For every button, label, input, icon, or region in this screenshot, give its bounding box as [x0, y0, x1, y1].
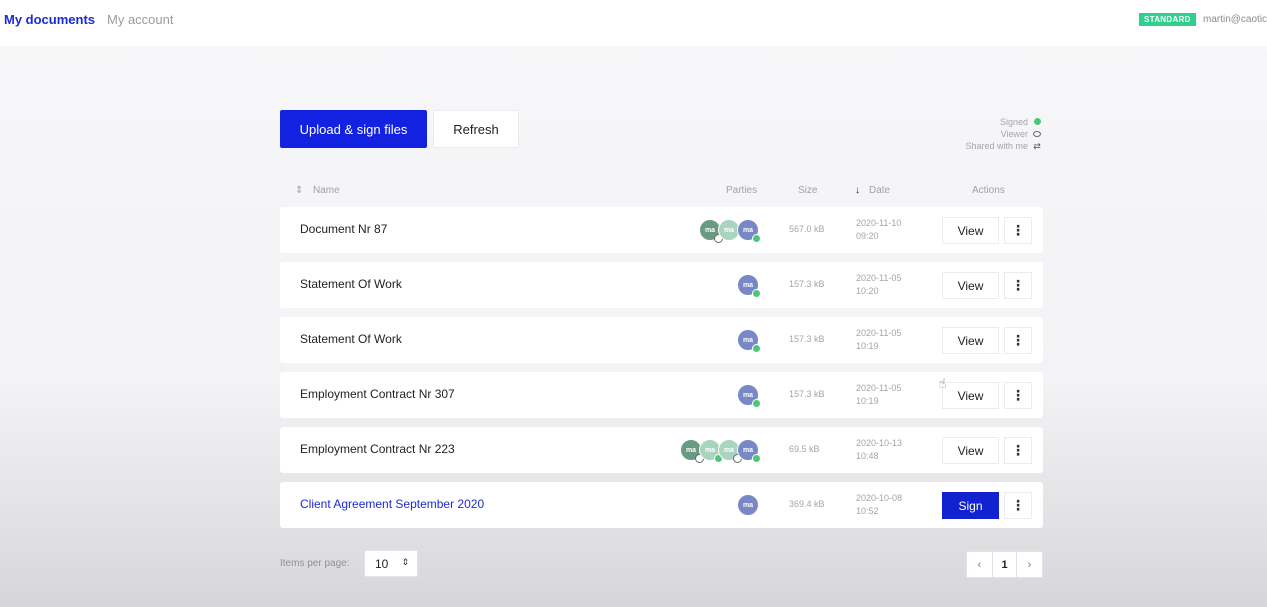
view-button[interactable]: View	[942, 437, 999, 464]
items-per-page-select[interactable]: 10 ⇕	[364, 550, 418, 577]
user-email[interactable]: martin@caotic	[1203, 14, 1267, 25]
signed-status-icon	[752, 289, 761, 298]
file-size: 69.5 kB	[789, 444, 820, 454]
column-header-parties: Parties	[726, 185, 758, 196]
document-date: 2020-11-05 10:19	[856, 328, 902, 351]
legend-viewer-label: Viewer	[1000, 129, 1028, 139]
table-header: ⇕ Name Parties Size ↓ Date Actions	[280, 185, 1043, 199]
document-name[interactable]: Statement Of Work	[300, 277, 402, 291]
more-options-icon[interactable]: ⋮	[1004, 437, 1032, 464]
signed-status-icon	[752, 234, 761, 243]
document-date: 2020-11-05 10:19	[856, 383, 902, 406]
legend-signed: Signed	[940, 116, 1042, 128]
pagination: ‹ 1 ›	[966, 551, 1043, 578]
column-header-name[interactable]: Name	[313, 185, 340, 196]
items-per-page-value: 10	[375, 556, 389, 571]
table-row[interactable]: Employment Contract Nr 223 ma ma ma ma 6…	[280, 427, 1043, 473]
avatar: ma	[737, 219, 761, 243]
parties-avatars: ma	[737, 329, 761, 353]
tab-my-account[interactable]: My account	[107, 12, 173, 27]
more-options-icon[interactable]: ⋮	[1004, 382, 1032, 409]
parties-avatars: ma	[737, 384, 761, 408]
table-row[interactable]: Statement Of Work ma 157.3 kB 2020-11-05…	[280, 317, 1043, 363]
table-row[interactable]: Document Nr 87 ma ma ma 567.0 kB 2020-11…	[280, 207, 1043, 253]
next-page-icon[interactable]: ›	[1017, 552, 1042, 577]
avatar: ma	[737, 384, 761, 408]
file-size: 157.3 kB	[789, 279, 825, 289]
eye-icon	[1032, 129, 1042, 139]
signed-status-icon	[752, 344, 761, 353]
parties-avatars: ma	[737, 494, 759, 516]
avatar: ma	[737, 494, 759, 516]
legend-viewer: Viewer	[940, 128, 1042, 140]
signed-status-icon	[752, 399, 761, 408]
document-name[interactable]: Statement Of Work	[300, 332, 402, 346]
upload-sign-files-button[interactable]: Upload & sign files	[280, 110, 427, 148]
plan-badge: STANDARD	[1139, 13, 1196, 26]
table-row[interactable]: Statement Of Work ma 157.3 kB 2020-11-05…	[280, 262, 1043, 308]
view-button[interactable]: View	[942, 382, 999, 409]
view-button[interactable]: View	[942, 272, 999, 299]
top-nav-bar: My documents My account STANDARD martin@…	[0, 0, 1267, 46]
document-name-link[interactable]: Client Agreement September 2020	[300, 497, 484, 511]
view-button[interactable]: View	[942, 327, 999, 354]
legend-signed-label: Signed	[999, 117, 1028, 127]
document-name[interactable]: Document Nr 87	[300, 222, 387, 236]
signed-dot-icon	[1032, 117, 1042, 127]
document-name[interactable]: Employment Contract Nr 307	[300, 387, 455, 401]
file-size: 157.3 kB	[789, 389, 825, 399]
document-date: 2020-11-10 09:20	[856, 218, 902, 241]
column-header-date[interactable]: Date	[869, 185, 890, 196]
parties-avatars: ma	[737, 274, 761, 298]
sign-button[interactable]: Sign	[942, 492, 999, 519]
avatar: ma	[737, 329, 761, 353]
swap-arrows-icon: ⇄	[1033, 140, 1041, 151]
hand-cursor-icon: ☝	[938, 375, 947, 391]
file-size: 567.0 kB	[789, 224, 825, 234]
document-name[interactable]: Employment Contract Nr 223	[300, 442, 455, 456]
parties-avatars: ma ma ma	[699, 219, 761, 243]
items-per-page-label: Items per page:	[280, 558, 350, 569]
more-options-icon[interactable]: ⋮	[1004, 272, 1032, 299]
legend-shared-label: Shared with me	[965, 141, 1028, 151]
avatar: ma	[737, 439, 761, 463]
previous-page-icon[interactable]: ‹	[967, 552, 992, 577]
tab-my-documents[interactable]: My documents	[4, 12, 95, 27]
more-options-icon[interactable]: ⋮	[1004, 492, 1032, 519]
select-caret-icon: ⇕	[401, 557, 409, 567]
document-date: 2020-10-13 10:48	[856, 438, 903, 461]
more-options-icon[interactable]: ⋮	[1004, 217, 1032, 244]
parties-avatars: ma ma ma ma	[680, 439, 761, 463]
current-page-button[interactable]: 1	[992, 552, 1017, 577]
table-row[interactable]: Client Agreement September 2020 ma 369.4…	[280, 482, 1043, 528]
view-button[interactable]: View	[942, 217, 999, 244]
sort-desc-arrow-icon: ↓	[855, 185, 860, 196]
sort-toggle-icon[interactable]: ⇕	[295, 185, 303, 196]
more-options-icon[interactable]: ⋮	[1004, 327, 1032, 354]
file-size: 157.3 kB	[789, 334, 825, 344]
document-date: 2020-10-08 10:52	[856, 493, 903, 516]
document-date: 2020-11-05 10:20	[856, 273, 902, 296]
avatar: ma	[737, 274, 761, 298]
signed-status-icon	[752, 454, 761, 463]
refresh-button[interactable]: Refresh	[433, 110, 519, 148]
legend-shared: Shared with me ⇄	[940, 140, 1042, 152]
file-size: 369.4 kB	[789, 499, 825, 509]
column-header-size[interactable]: Size	[798, 185, 817, 196]
status-legend: Signed Viewer Shared with me ⇄	[940, 116, 1042, 152]
column-header-actions: Actions	[972, 185, 1005, 196]
table-row[interactable]: Employment Contract Nr 307 ma 157.3 kB 2…	[280, 372, 1043, 418]
